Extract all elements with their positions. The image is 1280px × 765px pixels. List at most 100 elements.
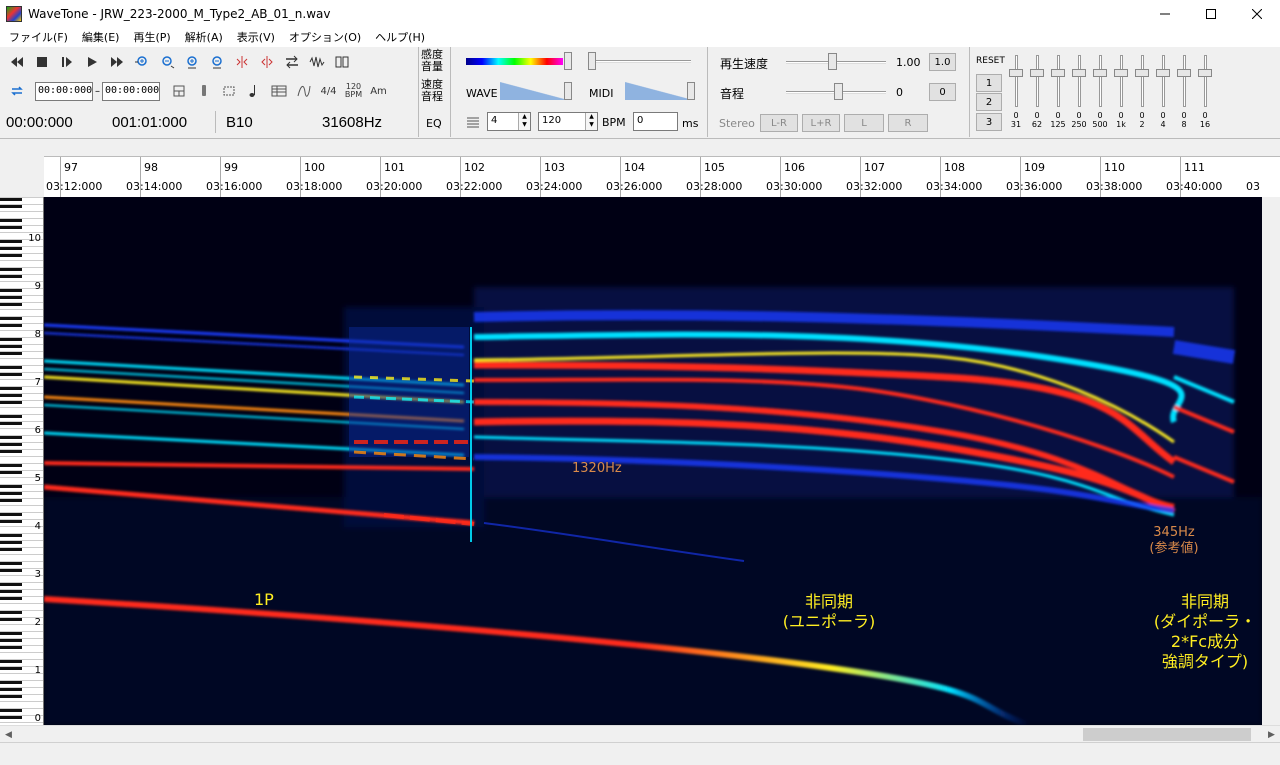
eq-band[interactable]: 0 250 [1071,51,1087,131]
black-key[interactable] [0,303,22,306]
channel-lr-plus-button[interactable]: L+R [802,114,840,132]
menu-edit[interactable]: 編集(E) [75,29,127,45]
black-key[interactable] [0,569,22,572]
menu-play[interactable]: 再生(P) [126,29,177,45]
black-key[interactable] [0,436,22,439]
volume-slider-track[interactable] [591,60,691,63]
eq-band-knob[interactable] [1051,69,1065,77]
midi-volume-ramp[interactable] [625,82,693,100]
black-key[interactable] [0,205,22,208]
eq-band-track[interactable] [1099,55,1102,107]
table-button[interactable] [266,80,291,102]
loop-button[interactable] [4,80,29,102]
eq-band-knob[interactable] [1114,69,1128,77]
menu-view[interactable]: 表示(V) [230,29,282,45]
black-key[interactable] [0,485,22,488]
black-key[interactable] [0,324,22,327]
black-key[interactable] [0,695,22,698]
black-key[interactable] [0,548,22,551]
black-key[interactable] [0,464,22,467]
black-key[interactable] [0,373,22,376]
pitch-reset-button[interactable]: 0 [929,83,956,101]
eq-band-knob[interactable] [1093,69,1107,77]
bpm-spinner-arrows[interactable]: ▲ ▼ [585,113,597,130]
zoom-out-v-button[interactable] [204,51,229,73]
select-button[interactable] [216,80,241,102]
black-key[interactable] [0,681,22,684]
eq-band[interactable]: 0 16 [1198,51,1212,131]
timeline-ruler[interactable]: 97 98 99 100 101 102 103 104 105 106 107 108 109 110 1… [44,156,1280,197]
eq-preset-1-button[interactable]: 1 [976,74,1002,92]
black-key[interactable] [0,618,22,621]
note-button[interactable] [241,80,266,102]
eq-band-track[interactable] [1015,55,1018,107]
midi-volume-thumb[interactable] [687,82,695,100]
book-button[interactable] [329,51,354,73]
black-key[interactable] [0,317,22,320]
eq-band[interactable]: 0 62 [1030,51,1044,131]
black-key[interactable] [0,611,22,614]
menu-help[interactable]: ヘルプ(H) [368,29,432,45]
eq-reset-button[interactable]: RESET [976,56,1005,66]
pencil-button[interactable] [191,80,216,102]
black-key[interactable] [0,296,22,299]
black-key[interactable] [0,198,22,201]
eq-band-track[interactable] [1120,55,1123,107]
close-button[interactable] [1234,0,1280,27]
eq-band-track[interactable] [1183,55,1186,107]
eq-band-knob[interactable] [1135,69,1149,77]
eq-band-track[interactable] [1036,55,1039,107]
scroll-right-icon[interactable]: ▶ [1263,726,1280,743]
black-key[interactable] [0,394,22,397]
black-key[interactable] [0,275,22,278]
grid-button[interactable] [166,80,191,102]
black-key[interactable] [0,247,22,250]
black-key[interactable] [0,562,22,565]
volume-slider-thumb[interactable] [588,52,596,70]
black-key[interactable] [0,268,22,271]
black-key[interactable] [0,534,22,537]
chord-button[interactable]: Am [366,80,391,102]
black-key[interactable] [0,716,22,719]
black-key[interactable] [0,632,22,635]
color-gradient-thumb[interactable] [564,52,572,70]
eq-band[interactable]: 02 [1135,51,1149,131]
black-key[interactable] [0,660,22,663]
spectrogram[interactable]: 1320Hz 345Hz (参考値) 1P 非同期 (ユニポーラ) 非同期 (ダ… [44,197,1262,725]
eq-band[interactable]: 04 [1156,51,1170,131]
black-key[interactable] [0,639,22,642]
black-key[interactable] [0,226,22,229]
black-key[interactable] [0,646,22,649]
black-key[interactable] [0,492,22,495]
black-key[interactable] [0,338,22,341]
black-key[interactable] [0,289,22,292]
shrink-h-button[interactable] [254,51,279,73]
eq-band-knob[interactable] [1156,69,1170,77]
range-end-field[interactable]: 00:00:000 [102,81,160,101]
pause-play-button[interactable] [54,51,79,73]
range-start-field[interactable]: 00:00:000 [35,81,93,101]
expand-h-button[interactable] [229,51,254,73]
maximize-button[interactable] [1188,0,1234,27]
eq-band-knob[interactable] [1177,69,1191,77]
black-key[interactable] [0,513,22,516]
eq-band-knob[interactable] [1030,69,1044,77]
menu-file[interactable]: ファイル(F) [2,29,75,45]
black-key[interactable] [0,415,22,418]
black-key[interactable] [0,422,22,425]
black-key[interactable] [0,688,22,691]
swap-button[interactable] [279,51,304,73]
scroll-left-icon[interactable]: ◀ [0,726,17,743]
eq-band-track[interactable] [1141,55,1144,107]
stop-button[interactable] [29,51,54,73]
channel-lr-minus-button[interactable]: L-R [760,114,798,132]
horizontal-scroll-thumb[interactable] [1083,728,1251,741]
eq-band-track[interactable] [1057,55,1060,107]
channel-l-button[interactable]: L [844,114,884,132]
eq-band-track[interactable] [1162,55,1165,107]
list-button[interactable] [460,111,485,133]
menu-options[interactable]: オプション(O) [282,29,368,45]
eq-band-knob[interactable] [1009,69,1023,77]
curve-button[interactable] [291,80,316,102]
bpm-spinner[interactable]: 120 ▲ ▼ [538,112,598,131]
